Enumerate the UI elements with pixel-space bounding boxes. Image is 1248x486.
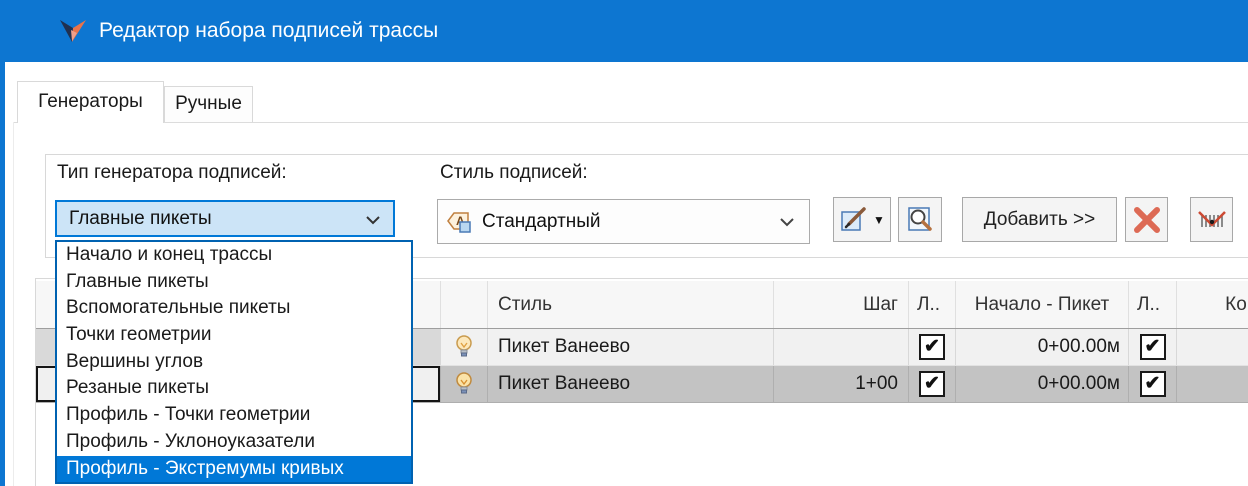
window-border-left: [0, 0, 5, 486]
edit-style-split-button[interactable]: ▼: [833, 197, 891, 242]
window-title: Редактор набора подписей трассы: [99, 19, 439, 42]
chevron-down-icon: [366, 216, 380, 225]
tab-manual[interactable]: Ручные: [164, 86, 253, 122]
app-icon: [60, 20, 86, 42]
dropdown-item[interactable]: Вспомогательные пикеты: [57, 295, 411, 322]
generator-type-dropdown-list: Начало и конец трассы Главные пикеты Всп…: [55, 240, 413, 485]
lightbulb-icon[interactable]: [455, 334, 473, 360]
generator-type-value: Главные пикеты: [69, 208, 212, 229]
lightbulb-icon[interactable]: [455, 371, 473, 397]
tab-generators[interactable]: Генераторы: [17, 81, 164, 123]
start-flag-cell[interactable]: ✔: [908, 329, 955, 365]
station-curve-icon: [1197, 210, 1226, 227]
label-style-icon: A: [447, 212, 471, 233]
end-checkbox[interactable]: ✔: [1139, 334, 1166, 360]
label-style-label: Стиль подписей:: [440, 162, 588, 183]
end-station-cell[interactable]: [1176, 366, 1248, 402]
start-station-cell[interactable]: 0+00.00м: [955, 366, 1128, 402]
header-end-flag: Л..: [1128, 281, 1176, 328]
start-checkbox[interactable]: ✔: [919, 371, 945, 397]
end-flag-cell[interactable]: ✔: [1128, 366, 1176, 402]
header-step: Шаг: [773, 281, 908, 328]
dropdown-item[interactable]: Главные пикеты: [57, 269, 411, 296]
start-station-cell[interactable]: 0+00.00м: [955, 329, 1128, 365]
check-icon: ✔: [924, 373, 940, 394]
type-generator-label: Тип генератора подписей:: [57, 162, 287, 183]
header-start-flag: Л..: [908, 281, 955, 328]
style-cell[interactable]: Пикет Ванеево: [487, 329, 773, 365]
end-flag-cell[interactable]: ✔: [1128, 329, 1176, 365]
titlebar[interactable]: Редактор набора подписей трассы: [0, 0, 1248, 62]
visibility-cell[interactable]: [440, 329, 487, 365]
tabpage-border: [13, 122, 14, 486]
header-end-station: Коне: [1176, 281, 1248, 328]
split-dropdown-arrow-icon[interactable]: ▼: [873, 213, 885, 227]
edit-pencil-icon: [841, 206, 866, 231]
check-icon: ✔: [1144, 336, 1161, 357]
dropdown-item[interactable]: Вершины углов: [57, 349, 411, 376]
step-cell[interactable]: 1+00: [773, 366, 908, 402]
header-style: Стиль: [487, 281, 773, 328]
start-flag-cell[interactable]: ✔: [908, 366, 955, 402]
start-checkbox[interactable]: ✔: [919, 334, 945, 360]
tabstrip-divider: [13, 122, 1248, 123]
dropdown-item[interactable]: Начало и конец трассы: [57, 242, 411, 269]
label-style-combobox[interactable]: A Стандартный: [437, 199, 810, 244]
delete-x-icon: [1133, 206, 1160, 233]
pick-label-set-button[interactable]: [1190, 197, 1233, 242]
dropdown-item[interactable]: Резаные пикеты: [57, 375, 411, 402]
dropdown-item[interactable]: Профиль - Точки геометрии: [57, 402, 411, 429]
check-icon: ✔: [1144, 373, 1161, 394]
visibility-cell[interactable]: [440, 366, 487, 402]
check-icon: ✔: [924, 336, 940, 357]
step-cell[interactable]: [773, 329, 908, 365]
end-checkbox[interactable]: ✔: [1139, 371, 1166, 397]
dropdown-item[interactable]: Точки геометрии: [57, 322, 411, 349]
label-style-value: Стандартный: [482, 211, 601, 232]
header-start-station: Начало - Пикет: [955, 281, 1128, 328]
end-station-cell[interactable]: [1176, 329, 1248, 365]
dropdown-item-selected[interactable]: Профиль - Экстремумы кривых: [57, 455, 411, 483]
header-visibility: [440, 281, 487, 328]
dropdown-item[interactable]: Профиль - Уклоноуказатели: [57, 429, 411, 456]
magnifier-icon: [908, 206, 932, 231]
add-button[interactable]: Добавить >>: [962, 197, 1117, 242]
generator-type-combobox[interactable]: Главные пикеты: [55, 200, 395, 237]
chevron-down-icon: [780, 218, 794, 227]
style-cell[interactable]: Пикет Ванеево: [487, 366, 773, 402]
alignment-label-set-editor-dialog: Редактор набора подписей трассы Генерато…: [0, 0, 1248, 486]
delete-button[interactable]: [1125, 197, 1168, 242]
preview-style-button[interactable]: [898, 197, 942, 242]
